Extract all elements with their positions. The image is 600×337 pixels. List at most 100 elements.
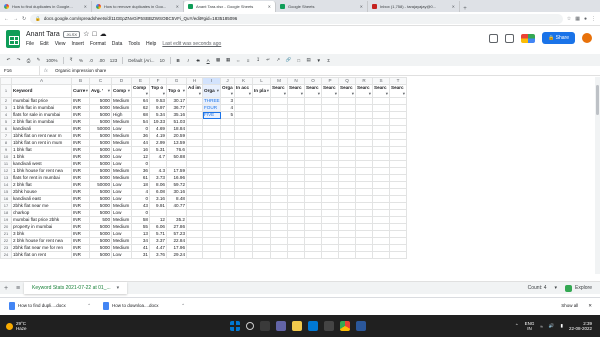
cell[interactable] xyxy=(186,174,203,182)
cell[interactable] xyxy=(252,181,271,189)
cell[interactable] xyxy=(372,251,390,259)
cell[interactable]: Medium xyxy=(111,104,132,112)
cell[interactable]: 5.31 xyxy=(149,146,167,154)
cell[interactable]: 55 xyxy=(131,223,150,231)
cell[interactable]: Medium xyxy=(111,139,132,147)
cell[interactable] xyxy=(372,167,390,175)
close-tab-icon[interactable]: ✕ xyxy=(176,4,179,9)
filter-dropdown-icon[interactable]: ▾ xyxy=(386,91,388,97)
file-explorer-icon[interactable] xyxy=(292,321,302,331)
insert-chart-icon[interactable]: ▤ xyxy=(306,57,311,63)
cell[interactable] xyxy=(338,153,356,161)
cell[interactable]: 22.84 xyxy=(166,237,187,245)
cell[interactable] xyxy=(186,118,203,126)
cell[interactable] xyxy=(202,251,221,259)
cell[interactable] xyxy=(338,244,356,252)
column-title-cell[interactable]: Searc ▾ xyxy=(338,84,356,98)
cell[interactable]: INR xyxy=(71,104,90,112)
show-all-link[interactable]: Show all xyxy=(561,303,578,308)
cell[interactable] xyxy=(304,188,322,196)
cell[interactable] xyxy=(234,125,253,133)
cell[interactable] xyxy=(338,118,356,126)
cell[interactable] xyxy=(372,125,390,133)
select-all-corner[interactable] xyxy=(0,77,12,85)
cell[interactable] xyxy=(321,209,339,217)
move-folder-icon[interactable]: □ xyxy=(92,31,96,38)
cell[interactable] xyxy=(355,111,373,119)
formula-input[interactable]: Organic impression share xyxy=(52,68,106,73)
cell[interactable]: 35.16 xyxy=(166,111,187,119)
increase-decimal-button[interactable]: .00 xyxy=(99,58,105,63)
cell[interactable] xyxy=(186,237,203,245)
cell[interactable] xyxy=(270,104,288,112)
cell[interactable] xyxy=(186,188,203,196)
font-size-select[interactable]: 10 xyxy=(160,58,165,63)
cell[interactable] xyxy=(220,132,235,140)
cell[interactable]: INR xyxy=(71,125,90,133)
font-family-select[interactable]: Default (Ari... xyxy=(128,58,154,63)
row-header[interactable]: 9 xyxy=(0,146,12,154)
cell[interactable] xyxy=(287,118,305,126)
column-title-cell[interactable]: Top o ▾ xyxy=(149,84,167,98)
cell[interactable] xyxy=(202,153,221,161)
cell[interactable] xyxy=(252,209,271,217)
cell[interactable]: 5 xyxy=(220,111,235,119)
cell[interactable]: 0 xyxy=(131,160,150,168)
cell[interactable] xyxy=(234,209,253,217)
cell[interactable] xyxy=(321,202,339,210)
filter-dropdown-icon[interactable]: ▾ xyxy=(318,91,320,97)
volume-icon[interactable]: 🔊 xyxy=(549,323,555,329)
cell[interactable] xyxy=(186,216,203,224)
cell[interactable] xyxy=(355,125,373,133)
cell[interactable] xyxy=(389,174,407,182)
weather-widget[interactable]: 29°C Haze xyxy=(0,321,110,331)
functions-icon[interactable]: Σ xyxy=(326,58,331,63)
row-header[interactable]: 17 xyxy=(0,202,12,210)
cell[interactable] xyxy=(321,146,339,154)
insert-comment-icon[interactable]: □ xyxy=(296,58,301,63)
cell[interactable] xyxy=(355,174,373,182)
column-header[interactable]: M xyxy=(270,77,288,85)
cell[interactable]: 35.2 xyxy=(166,216,187,224)
cell[interactable]: 2 bhk flat in mumbai xyxy=(11,118,72,126)
cell[interactable]: INR xyxy=(71,216,90,224)
cell[interactable] xyxy=(186,153,203,161)
cell[interactable] xyxy=(321,174,339,182)
cell[interactable] xyxy=(270,202,288,210)
cell[interactable] xyxy=(355,223,373,231)
cell[interactable] xyxy=(186,223,203,231)
cell[interactable] xyxy=(372,209,390,217)
profile-icon[interactable]: ● xyxy=(584,16,587,22)
cell[interactable] xyxy=(270,251,288,259)
menu-help[interactable]: Help xyxy=(146,41,156,47)
chevron-down-icon[interactable]: ▾ xyxy=(117,285,120,291)
cell[interactable]: 5000 xyxy=(89,139,112,147)
cell[interactable]: Medium xyxy=(111,97,132,105)
avatar[interactable] xyxy=(582,33,592,43)
cell[interactable] xyxy=(321,181,339,189)
cell[interactable]: INR xyxy=(71,97,90,105)
cell[interactable]: 59.72 xyxy=(166,181,187,189)
cell[interactable]: INR xyxy=(71,202,90,210)
column-title-cell[interactable]: Searc ▾ xyxy=(372,84,390,98)
cell[interactable]: 2 bhk flat xyxy=(11,181,72,189)
cell[interactable]: 58 xyxy=(131,216,150,224)
cell[interactable] xyxy=(321,167,339,175)
row-header[interactable]: 22 xyxy=(0,237,12,245)
column-title-cell[interactable]: Searc ▾ xyxy=(321,84,339,98)
cell[interactable]: Low xyxy=(111,160,132,168)
cell[interactable]: 29.24 xyxy=(166,251,187,259)
column-header[interactable]: Q xyxy=(338,77,356,85)
cell[interactable]: 8.06 xyxy=(149,181,167,189)
cell[interactable]: INR xyxy=(71,153,90,161)
cell[interactable] xyxy=(234,244,253,252)
cell[interactable] xyxy=(149,209,167,217)
cell[interactable] xyxy=(202,160,221,168)
cell[interactable]: Medium xyxy=(111,202,132,210)
row-header[interactable]: 15 xyxy=(0,188,12,196)
edge-icon[interactable] xyxy=(308,321,318,331)
print-icon[interactable]: ⎙ xyxy=(26,58,31,63)
cell[interactable]: 1 bhk xyxy=(11,153,72,161)
cell[interactable]: 41 xyxy=(131,244,150,252)
browser-tab[interactable]: Google Sheets ✕ xyxy=(276,1,368,12)
